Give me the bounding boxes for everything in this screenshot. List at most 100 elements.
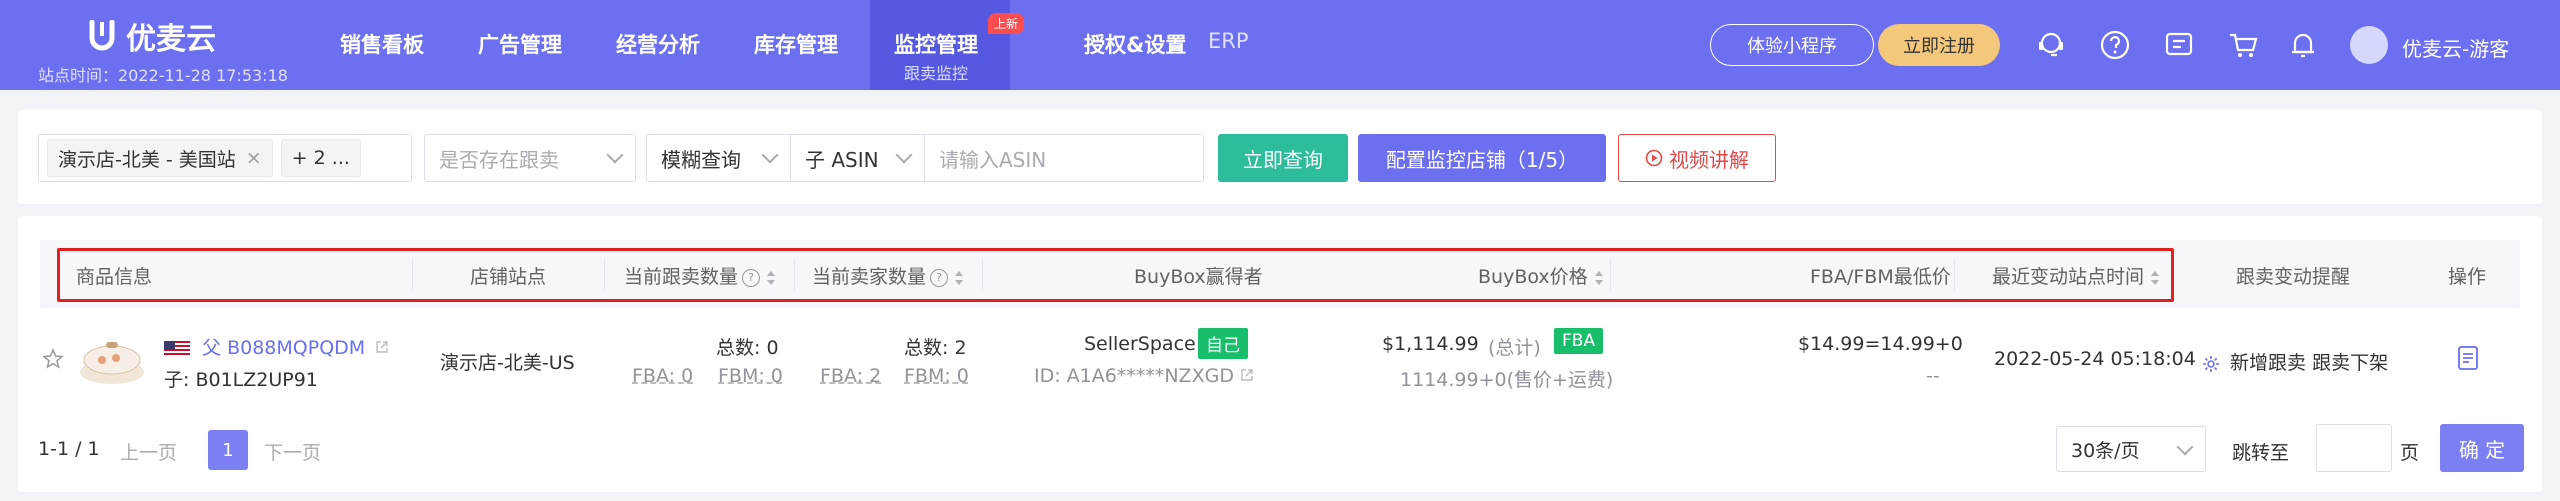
product-image[interactable]	[76, 332, 148, 388]
gear-icon	[2203, 355, 2219, 372]
us-flag-icon	[164, 340, 190, 357]
brand-logo[interactable]: 优麦云	[88, 14, 216, 58]
external-link-icon[interactable]	[1240, 368, 1254, 382]
lowest-price-sub: --	[1926, 365, 1940, 387]
match-mode-value: 模糊查询	[661, 147, 741, 172]
parent-asin-link[interactable]: 父 B088MQPQDM	[202, 337, 365, 359]
mini-program-button[interactable]: 体验小程序	[1710, 24, 1874, 66]
nav-ad-management[interactable]: 广告管理	[478, 29, 562, 59]
external-link-icon[interactable]	[375, 340, 389, 354]
store-tag-label: 演示店-北美 - 美国站	[58, 148, 236, 171]
col-seller-count-label: 当前卖家数量	[812, 266, 927, 288]
asin-type-select[interactable]: 子 ASIN	[790, 134, 924, 182]
query-button[interactable]: 立即查询	[1218, 134, 1348, 182]
buybox-price-detail: 1114.99+0(售价+运费)	[1400, 369, 1614, 391]
cart-icon[interactable]	[2226, 28, 2260, 62]
changed-time: 2022-05-24 05:18:04	[1994, 348, 2196, 370]
col-buybox-price[interactable]: BuyBox价格	[1478, 262, 1604, 289]
follow-fbm[interactable]: FBM: 0	[718, 365, 783, 387]
store-select[interactable]: 演示店-北美 - 美国站 × + 2 ...	[38, 134, 412, 182]
asin-input-placeholder: 请输入ASIN	[939, 147, 1047, 172]
store-site: 演示店-北美-US	[440, 352, 575, 374]
goto-label: 跳转至	[2232, 442, 2290, 464]
goto-confirm-button[interactable]: 确 定	[2440, 424, 2524, 472]
config-stores-button[interactable]: 配置监控店铺（1/5）	[1358, 134, 1606, 182]
asin-type-value: 子 ASIN	[805, 147, 879, 172]
new-badge: 上新	[988, 13, 1025, 34]
page-size-select[interactable]: 30条/页	[2056, 426, 2206, 472]
nav-sales-board[interactable]: 销售看板	[340, 29, 424, 59]
goto-page-input[interactable]	[2316, 424, 2392, 472]
star-icon[interactable]	[42, 348, 64, 370]
child-asin: 子: B01LZ2UP91	[164, 369, 318, 391]
chevron-down-icon	[761, 146, 779, 164]
sort-icon	[955, 270, 964, 285]
col-seller-count[interactable]: 当前卖家数量?	[812, 262, 964, 289]
site-time: 站点时间：2022-11-28 17:53:18	[38, 66, 288, 85]
col-product-info: 商品信息	[76, 266, 153, 288]
chevron-down-icon	[2176, 438, 2194, 456]
question-icon: ?	[742, 268, 761, 287]
top-navbar: 优麦云 站点时间：2022-11-28 17:53:18 销售看板 广告管理 经…	[0, 0, 2560, 90]
col-actions: 操作	[2448, 266, 2487, 288]
message-icon[interactable]	[2162, 28, 2196, 62]
col-follow-count-label: 当前跟卖数量	[624, 266, 739, 288]
follow-fba[interactable]: FBA: 0	[632, 365, 693, 387]
follow-select-placeholder: 是否存在跟卖	[439, 147, 559, 172]
detail-doc-icon[interactable]	[2456, 345, 2480, 371]
nav-auth-settings[interactable]: 授权&设置	[1084, 29, 1186, 59]
nav-monitoring-sub: 跟卖监控	[904, 64, 969, 83]
nav-inventory[interactable]: 库存管理	[754, 29, 838, 59]
reminder-label: 新增跟卖 跟卖下架	[2230, 352, 2389, 374]
follow-total: 总数: 0	[716, 337, 779, 359]
sort-icon	[2151, 270, 2160, 285]
asin-input[interactable]: 请输入ASIN	[924, 134, 1204, 182]
register-button[interactable]: 立即注册	[1878, 24, 2000, 66]
winner-self-tag: 自己	[1198, 328, 1248, 359]
winner-self-tag-label: 自己	[1198, 328, 1248, 359]
page-range: 1-1 / 1	[38, 438, 100, 460]
winner-id-label: ID: A1A6*****NZXGD	[1034, 365, 1234, 387]
winner-id[interactable]: ID: A1A6*****NZXGD	[1034, 365, 1254, 387]
buybox-price: $1,114.99	[1382, 333, 1479, 355]
sort-icon	[767, 270, 776, 285]
chevron-down-icon	[895, 146, 913, 164]
store-tag: 演示店-北美 - 美国站 ×	[47, 139, 273, 177]
parent-asin[interactable]: 父 B088MQPQDM	[164, 333, 389, 360]
col-change-time-label: 最近变动站点时间	[1992, 266, 2145, 288]
col-follow-count[interactable]: 当前跟卖数量?	[624, 262, 776, 289]
col-reminder: 跟卖变动提醒	[2236, 266, 2351, 288]
play-icon	[1645, 149, 1663, 167]
nav-erp[interactable]: ERP	[1208, 29, 1249, 53]
close-icon[interactable]: ×	[246, 147, 262, 169]
avatar[interactable]	[2350, 26, 2388, 64]
match-mode-select[interactable]: 模糊查询	[646, 134, 790, 182]
buybox-price-total: (总计)	[1488, 337, 1541, 359]
col-change-time[interactable]: 最近变动站点时间	[1992, 262, 2160, 289]
lowest-price: $14.99=14.99+0	[1798, 333, 1963, 355]
col-buybox-price-label: BuyBox价格	[1478, 266, 1588, 288]
prev-page[interactable]: 上一页	[120, 438, 177, 465]
brand-mark-icon	[89, 20, 115, 51]
username[interactable]: 优麦云-游客	[2402, 33, 2509, 62]
video-button-label: 视频讲解	[1669, 147, 1749, 172]
page-size-value: 30条/页	[2071, 439, 2140, 462]
seller-fba[interactable]: FBA: 2	[820, 365, 881, 387]
follow-select[interactable]: 是否存在跟卖	[424, 134, 636, 182]
nav-business-analysis[interactable]: 经营分析	[616, 29, 700, 59]
reminder-setting[interactable]: 新增跟卖 跟卖下架	[2202, 348, 2388, 375]
seller-fbm[interactable]: FBM: 0	[904, 365, 969, 387]
nav-monitoring-label: 监控管理	[894, 33, 978, 57]
store-more-tag: + 2 ...	[280, 139, 361, 177]
buybox-winner: SellerSpace	[1084, 333, 1196, 355]
next-page[interactable]: 下一页	[264, 438, 321, 465]
help-icon[interactable]	[2098, 28, 2132, 62]
seller-total: 总数: 2	[904, 337, 967, 359]
customer-service-icon[interactable]	[2034, 28, 2068, 62]
video-button[interactable]: 视频讲解	[1618, 134, 1776, 182]
col-store-site: 店铺站点	[470, 266, 547, 288]
page-1[interactable]: 1	[208, 430, 248, 470]
nav-monitoring-active[interactable]: 监控管理 跟卖监控	[870, 0, 1010, 90]
brand-name: 优麦云	[126, 22, 216, 57]
bell-icon[interactable]	[2286, 28, 2320, 62]
